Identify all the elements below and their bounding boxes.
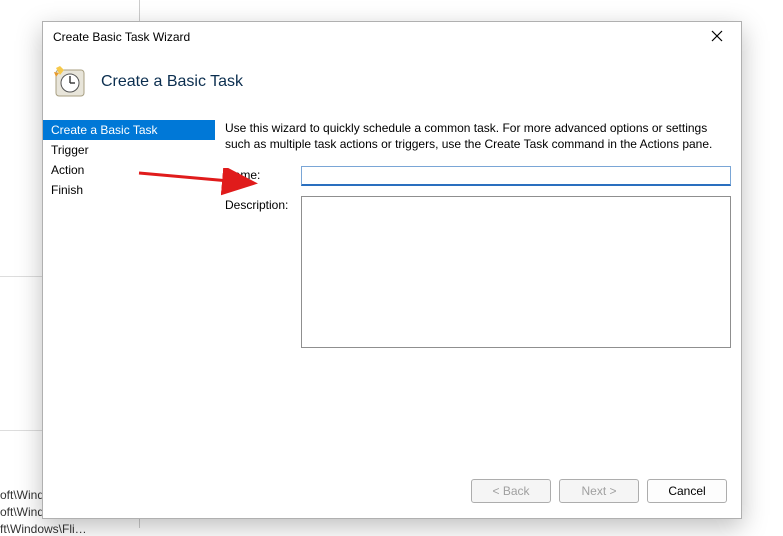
description-input[interactable]: [301, 196, 731, 348]
wizard-sidebar: Create a Basic Task Trigger Action Finis…: [43, 114, 215, 470]
name-row: Name:: [225, 166, 731, 186]
window-title: Create Basic Task Wizard: [53, 28, 190, 44]
wizard-main: Use this wizard to quickly schedule a co…: [215, 114, 741, 470]
sidebar-item-label: Trigger: [51, 143, 89, 157]
titlebar: Create Basic Task Wizard: [43, 22, 741, 50]
name-input[interactable]: [301, 166, 731, 186]
sidebar-item-finish[interactable]: Finish: [43, 180, 215, 200]
sidebar-item-label: Action: [51, 163, 84, 177]
cancel-button[interactable]: Cancel: [647, 479, 727, 503]
wizard-footer: < Back Next > Cancel: [43, 470, 741, 518]
intro-text: Use this wizard to quickly schedule a co…: [225, 120, 731, 152]
sidebar-item-action[interactable]: Action: [43, 160, 215, 180]
next-button[interactable]: Next >: [559, 479, 639, 503]
back-button[interactable]: < Back: [471, 479, 551, 503]
wizard-dialog: Create Basic Task Wizard Create a Basic …: [42, 21, 742, 519]
sidebar-item-create-basic-task[interactable]: Create a Basic Task: [43, 120, 215, 140]
close-icon: [711, 30, 723, 42]
sidebar-item-label: Finish: [51, 183, 83, 197]
bg-tree-item: ft\Windows\Fli…: [0, 522, 87, 536]
sidebar-item-label: Create a Basic Task: [51, 123, 158, 137]
wizard-body: Create a Basic Task Trigger Action Finis…: [43, 114, 741, 470]
clock-wizard-icon: [53, 65, 87, 99]
close-button[interactable]: [703, 25, 731, 47]
wizard-heading: Create a Basic Task: [101, 73, 243, 91]
description-label: Description:: [225, 196, 301, 212]
name-label: Name:: [225, 166, 301, 182]
sidebar-item-trigger[interactable]: Trigger: [43, 140, 215, 160]
description-row: Description:: [225, 196, 731, 348]
wizard-header: Create a Basic Task: [43, 50, 741, 114]
